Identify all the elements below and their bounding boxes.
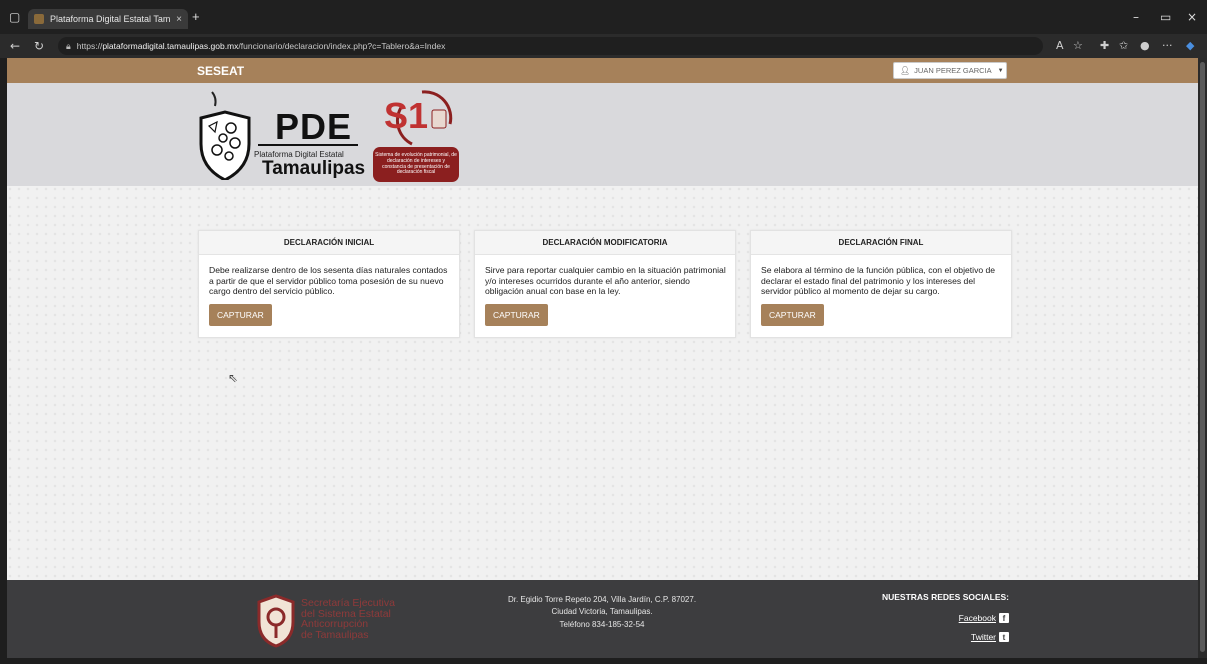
user-menu-button[interactable]: 👤︎ JUAN PEREZ GARCIA ▼ bbox=[893, 62, 1007, 79]
pde-title: PDE bbox=[275, 106, 353, 147]
tab-title: Plataforma Digital Estatal Tamauli... bbox=[50, 14, 171, 24]
user-name: JUAN PEREZ GARCIA bbox=[914, 66, 992, 75]
window-menu-icon[interactable]: ▢ bbox=[9, 10, 20, 24]
card-declaracion-final: DECLARACIÓN FINAL Se elabora al término … bbox=[750, 230, 1012, 339]
scrollbar-thumb[interactable] bbox=[1200, 62, 1205, 652]
window-bottom-edge bbox=[0, 658, 1207, 664]
capturar-final-button[interactable]: CAPTURAR bbox=[761, 304, 824, 327]
favicon-icon bbox=[34, 14, 44, 24]
url-text: https://plataformadigital.tamaulipas.gob… bbox=[76, 41, 446, 51]
seseat-shield-logo bbox=[257, 594, 295, 648]
pde-divider bbox=[258, 144, 358, 146]
s1-title: S1 bbox=[384, 95, 428, 136]
facebook-link[interactable]: Facebook f bbox=[959, 613, 1009, 623]
twitter-link[interactable]: Twitter t bbox=[971, 632, 1009, 642]
address-city: Ciudad Victoria, Tamaulipas. bbox=[551, 607, 653, 617]
restore-button[interactable]: ▭ bbox=[1160, 10, 1171, 24]
browser-tab[interactable]: Plataforma Digital Estatal Tamauli... × bbox=[28, 9, 188, 29]
header-banner bbox=[7, 83, 1198, 186]
mouse-cursor-icon: ⇖ bbox=[228, 371, 239, 385]
card-title: DECLARACIÓN FINAL bbox=[838, 238, 924, 247]
read-aloud-icon[interactable]: A bbox=[1056, 39, 1064, 52]
card-declaracion-inicial: DECLARACIÓN INICIAL Debe realizarse dent… bbox=[198, 230, 460, 339]
favorite-star-icon[interactable]: ☆ bbox=[1073, 39, 1083, 52]
minimize-button[interactable]: – bbox=[1133, 10, 1139, 24]
reload-icon[interactable]: ↻ bbox=[34, 39, 44, 53]
lock-icon: 🔒︎ bbox=[66, 40, 71, 51]
card-text: Sirve para reportar cualquier cambio en … bbox=[485, 265, 726, 297]
user-icon: 👤︎ bbox=[900, 66, 911, 75]
card-text: Se elabora al término de la función públ… bbox=[761, 265, 996, 297]
url-input[interactable]: 🔒︎ https://plataformadigital.tamaulipas.… bbox=[58, 37, 1043, 55]
close-window-button[interactable]: × bbox=[1187, 10, 1197, 24]
s1-badge-text: Sistema de evolución patrimonial, de dec… bbox=[375, 152, 457, 176]
extensions-icon[interactable]: ✚ bbox=[1100, 39, 1109, 52]
address-phone: Teléfono 834-185-32-54 bbox=[559, 619, 645, 629]
address-bar-row: ← ↻ 🔒︎ https://plataformadigital.tamauli… bbox=[0, 34, 1207, 58]
address-line: Dr. Egidio Torre Repeto 204, Villa Jardí… bbox=[507, 595, 697, 604]
favorites-icon[interactable]: ✩ bbox=[1119, 39, 1128, 52]
card-header: DECLARACIÓN INICIAL bbox=[199, 231, 459, 255]
card-header: DECLARACIÓN MODIFICATORIA bbox=[475, 231, 735, 255]
back-arrow-icon[interactable]: ← bbox=[10, 39, 20, 53]
new-tab-button[interactable]: + bbox=[192, 9, 200, 24]
card-declaracion-modificatoria: DECLARACIÓN MODIFICATORIA Sirve para rep… bbox=[474, 230, 736, 339]
footer-address: Dr. Egidio Torre Repeto 204, Villa Jardí… bbox=[447, 594, 757, 631]
navbar-brand[interactable]: SESEAT bbox=[197, 64, 244, 78]
card-text: Debe realizarse dentro de los sesenta dí… bbox=[209, 265, 448, 297]
pde-state: Tamaulipas bbox=[262, 158, 366, 179]
close-tab-icon[interactable]: × bbox=[176, 14, 182, 25]
page-footer: Secretaría Ejecutiva del Sistema Estatal… bbox=[7, 580, 1198, 658]
card-title: DECLARACIÓN INICIAL bbox=[283, 238, 375, 247]
s1-logo: S1 bbox=[384, 90, 453, 146]
copilot-icon[interactable]: ◆ bbox=[1186, 39, 1194, 52]
more-menu-icon[interactable]: ··· bbox=[1162, 39, 1173, 52]
pde-shield-logo bbox=[199, 91, 251, 180]
top-navbar: SESEAT 👤︎ JUAN PEREZ GARCIA ▼ bbox=[7, 58, 1198, 83]
social-title: NUESTRAS REDES SOCIALES: bbox=[881, 592, 1009, 602]
twitter-icon: t bbox=[999, 632, 1009, 642]
card-body: Se elabora al término de la función públ… bbox=[751, 255, 1011, 337]
caret-down-icon: ▼ bbox=[997, 67, 1004, 74]
web-page: SESEAT 👤︎ JUAN PEREZ GARCIA ▼ PDE Plataf… bbox=[7, 58, 1198, 658]
facebook-icon: f bbox=[999, 613, 1009, 623]
capturar-modificatoria-button[interactable]: CAPTURAR bbox=[485, 304, 548, 327]
s1-badge: Sistema de evolución patrimonial, de dec… bbox=[373, 147, 459, 182]
card-body: Debe realizarse dentro de los sesenta dí… bbox=[199, 255, 459, 337]
browser-titlebar: ▢ Plataforma Digital Estatal Tamauli... … bbox=[0, 0, 1207, 34]
card-body: Sirve para reportar cualquier cambio en … bbox=[475, 255, 735, 337]
card-header: DECLARACIÓN FINAL bbox=[751, 231, 1011, 255]
profile-icon[interactable]: ● bbox=[1140, 39, 1150, 52]
card-title: DECLARACIÓN MODIFICATORIA bbox=[542, 238, 668, 247]
capturar-inicial-button[interactable]: CAPTURAR bbox=[209, 304, 272, 327]
seseat-logo-text: Secretaría Ejecutiva del Sistema Estatal… bbox=[301, 597, 395, 641]
